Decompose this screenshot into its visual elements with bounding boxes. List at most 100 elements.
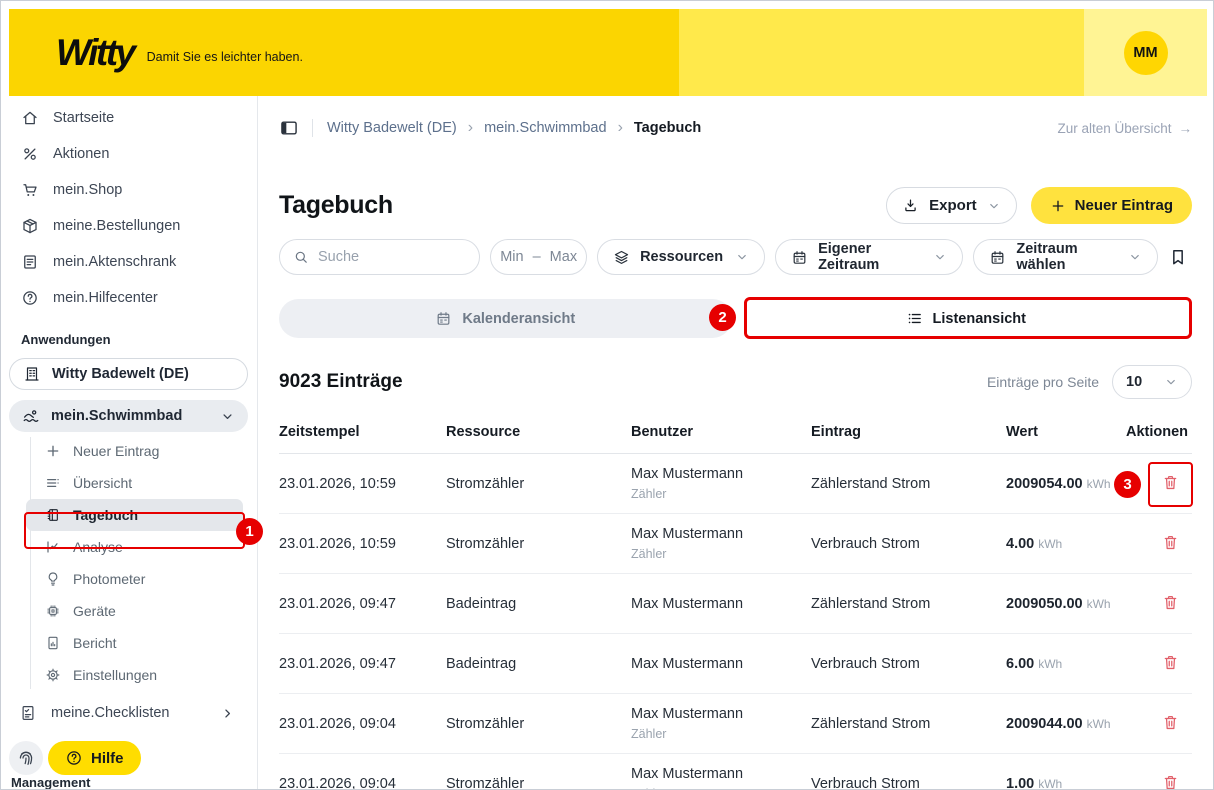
calendar-icon xyxy=(435,310,452,327)
search-input[interactable] xyxy=(318,249,467,265)
download-icon xyxy=(902,197,919,214)
sidebar-item-mein-aktenschrank[interactable]: mein.Aktenschrank xyxy=(1,244,257,280)
chevron-right-icon xyxy=(220,706,235,721)
subnav-item-analyse[interactable]: Analyse xyxy=(1,531,257,563)
chevron-down-icon xyxy=(220,409,235,424)
filter-row: Min – Max Ressourcen Eigener Zeitraum Ze… xyxy=(279,239,1192,275)
org-selector-witty-badewelt[interactable]: Witty Badewelt (DE) xyxy=(9,358,248,390)
delete-entry-button[interactable] xyxy=(1158,711,1182,735)
help-button-label: Hilfe xyxy=(91,749,124,767)
cell-timestamp: 23.01.2026, 09:47 xyxy=(279,655,396,672)
subnav-item-label: Tagebuch xyxy=(73,507,139,523)
chevron-down-icon xyxy=(987,199,1001,213)
sidebar-item-aktionen[interactable]: Aktionen xyxy=(1,136,257,172)
fingerprint-icon xyxy=(16,748,36,768)
entries-table: Zeitstempel Ressource Benutzer Eintrag W… xyxy=(279,411,1193,790)
sidebar-item-label: mein.Aktenschrank xyxy=(53,254,177,270)
cell-value: 6.00 kWh xyxy=(1006,656,1126,672)
cell-actions xyxy=(1126,591,1192,617)
table-row[interactable]: 23.01.2026, 09:47 Badeintrag Max Musterm… xyxy=(279,634,1193,694)
breadcrumb-item-app[interactable]: mein.Schwimmbad xyxy=(484,120,607,136)
cell-user: Max Mustermann Zähler xyxy=(631,466,811,501)
delete-entry-button[interactable] xyxy=(1158,531,1182,555)
subnav-item-neuer-eintrag[interactable]: Neuer Eintrag xyxy=(1,435,257,467)
new-entry-button[interactable]: Neuer Eintrag xyxy=(1030,187,1193,224)
sidebar-item-mein-hilfecenter[interactable]: mein.Hilfecenter xyxy=(1,280,257,316)
fingerprint-button[interactable] xyxy=(9,741,43,775)
percent-icon xyxy=(21,145,39,163)
table-row[interactable]: 23.01.2026, 10:59 Stromzähler Max Muster… xyxy=(279,514,1193,574)
subnav-item-einstellungen[interactable]: Einstellungen xyxy=(1,659,257,691)
checklist-icon xyxy=(19,704,37,722)
subnav-item-tagebuch[interactable]: Tagebuch xyxy=(26,499,243,531)
delete-entry-button[interactable] xyxy=(1158,651,1182,675)
custom-period-label: Eigener Zeitraum xyxy=(818,241,880,273)
calendar-icon xyxy=(791,249,808,266)
breadcrumb: Witty Badewelt (DE) › mein.Schwimmbad › … xyxy=(279,113,1192,143)
resources-filter[interactable]: Ressourcen xyxy=(597,239,766,275)
sidebar-toggle-button[interactable] xyxy=(279,118,299,138)
value-unit: kWh xyxy=(1038,656,1063,671)
column-header-aktionen: Aktionen xyxy=(1126,424,1189,440)
sidebar-item-meine-checklisten[interactable]: meine.Checklisten xyxy=(1,695,257,731)
cell-resource: Stromzähler xyxy=(446,535,525,552)
breadcrumb-item-org[interactable]: Witty Badewelt (DE) xyxy=(327,120,457,136)
user-name: Max Mustermann xyxy=(631,655,744,672)
cell-timestamp: 23.01.2026, 09:04 xyxy=(279,715,396,732)
plus-icon xyxy=(45,443,61,459)
app-selector-mein-schwimmbad[interactable]: mein.Schwimmbad xyxy=(9,400,248,432)
help-circle-icon xyxy=(21,289,39,307)
cell-user: Max Mustermann xyxy=(631,596,811,612)
min-max-filter[interactable]: Min – Max xyxy=(490,239,588,275)
per-page-select[interactable]: 10 xyxy=(1112,364,1193,399)
old-overview-link[interactable]: Zur alten Übersicht → xyxy=(1057,121,1192,136)
choose-period-label: Zeitraum wählen xyxy=(1016,241,1078,273)
list-view-button[interactable]: Listenansicht xyxy=(739,299,1193,338)
table-row[interactable]: 23.01.2026, 09:04 Stromzähler Max Muster… xyxy=(279,754,1192,790)
custom-period-filter[interactable]: Eigener Zeitraum xyxy=(775,239,964,275)
avatar[interactable]: MM xyxy=(1123,30,1168,75)
max-label: Max xyxy=(549,249,578,265)
arrow-right-icon: → xyxy=(1178,120,1193,136)
list-view-label: Listenansicht xyxy=(932,310,1026,327)
subnav-item-bericht[interactable]: Bericht xyxy=(1,627,257,659)
cell-entry: Verbrauch Strom xyxy=(811,535,920,552)
user-sub-label: Zähler xyxy=(631,547,667,561)
delete-entry-button[interactable] xyxy=(1158,771,1182,790)
per-page-control: Einträge pro Seite 10 xyxy=(987,364,1193,399)
user-name: Max Mustermann xyxy=(631,766,744,782)
cell-entry: Zählerstand Strom xyxy=(811,475,931,492)
table-row[interactable]: 23.01.2026, 10:59 Stromzähler Max Muster… xyxy=(279,454,1193,514)
delete-entry-button[interactable] xyxy=(1158,471,1182,495)
calendar-view-button[interactable]: Kalenderansicht xyxy=(279,299,732,338)
table-header-row: Zeitstempel Ressource Benutzer Eintrag W… xyxy=(279,411,1193,454)
table-row[interactable]: 23.01.2026, 09:04 Stromzähler Max Muster… xyxy=(279,694,1193,754)
subnav-item-label: Übersicht xyxy=(73,475,133,491)
subnav-item-geraete[interactable]: Geräte xyxy=(1,595,257,627)
sidebar-item-label: mein.Hilfecenter xyxy=(53,290,158,306)
plus-icon xyxy=(1050,198,1066,214)
table-row[interactable]: 23.01.2026, 09:47 Badeintrag Max Musterm… xyxy=(279,574,1193,634)
sidebar-item-meine-bestellungen[interactable]: meine.Bestellungen xyxy=(1,208,257,244)
sidebar-item-startseite[interactable]: Startseite xyxy=(1,100,257,136)
user-name: Max Mustermann xyxy=(631,526,744,542)
brand-tagline: Damit Sie es leichter haben. xyxy=(146,50,303,64)
delete-entry-button[interactable] xyxy=(1158,591,1182,615)
subnav-item-uebersicht[interactable]: Übersicht xyxy=(1,467,257,499)
sidebar-item-label: mein.Shop xyxy=(53,182,123,198)
user-sub-label: Zähler xyxy=(631,487,667,501)
cell-actions xyxy=(1126,531,1192,557)
export-button[interactable]: Export xyxy=(886,187,1017,224)
count-row: 9023 Einträge Einträge pro Seite 10 xyxy=(279,364,1193,399)
sidebar-section-management: Management xyxy=(11,775,91,790)
gear-icon xyxy=(45,667,61,683)
subnav-item-label: Einstellungen xyxy=(73,667,158,683)
chevron-down-icon xyxy=(1128,250,1142,264)
choose-period-filter[interactable]: Zeitraum wählen xyxy=(973,239,1159,275)
bookmark-button[interactable] xyxy=(1168,247,1188,267)
new-entry-button-label: Neuer Eintrag xyxy=(1074,197,1174,214)
help-button[interactable]: Hilfe xyxy=(48,741,141,775)
sidebar-item-mein-shop[interactable]: mein.Shop xyxy=(1,172,257,208)
view-toggle: Kalenderansicht Listenansicht xyxy=(279,299,1193,338)
subnav-item-photometer[interactable]: Photometer xyxy=(1,563,257,595)
